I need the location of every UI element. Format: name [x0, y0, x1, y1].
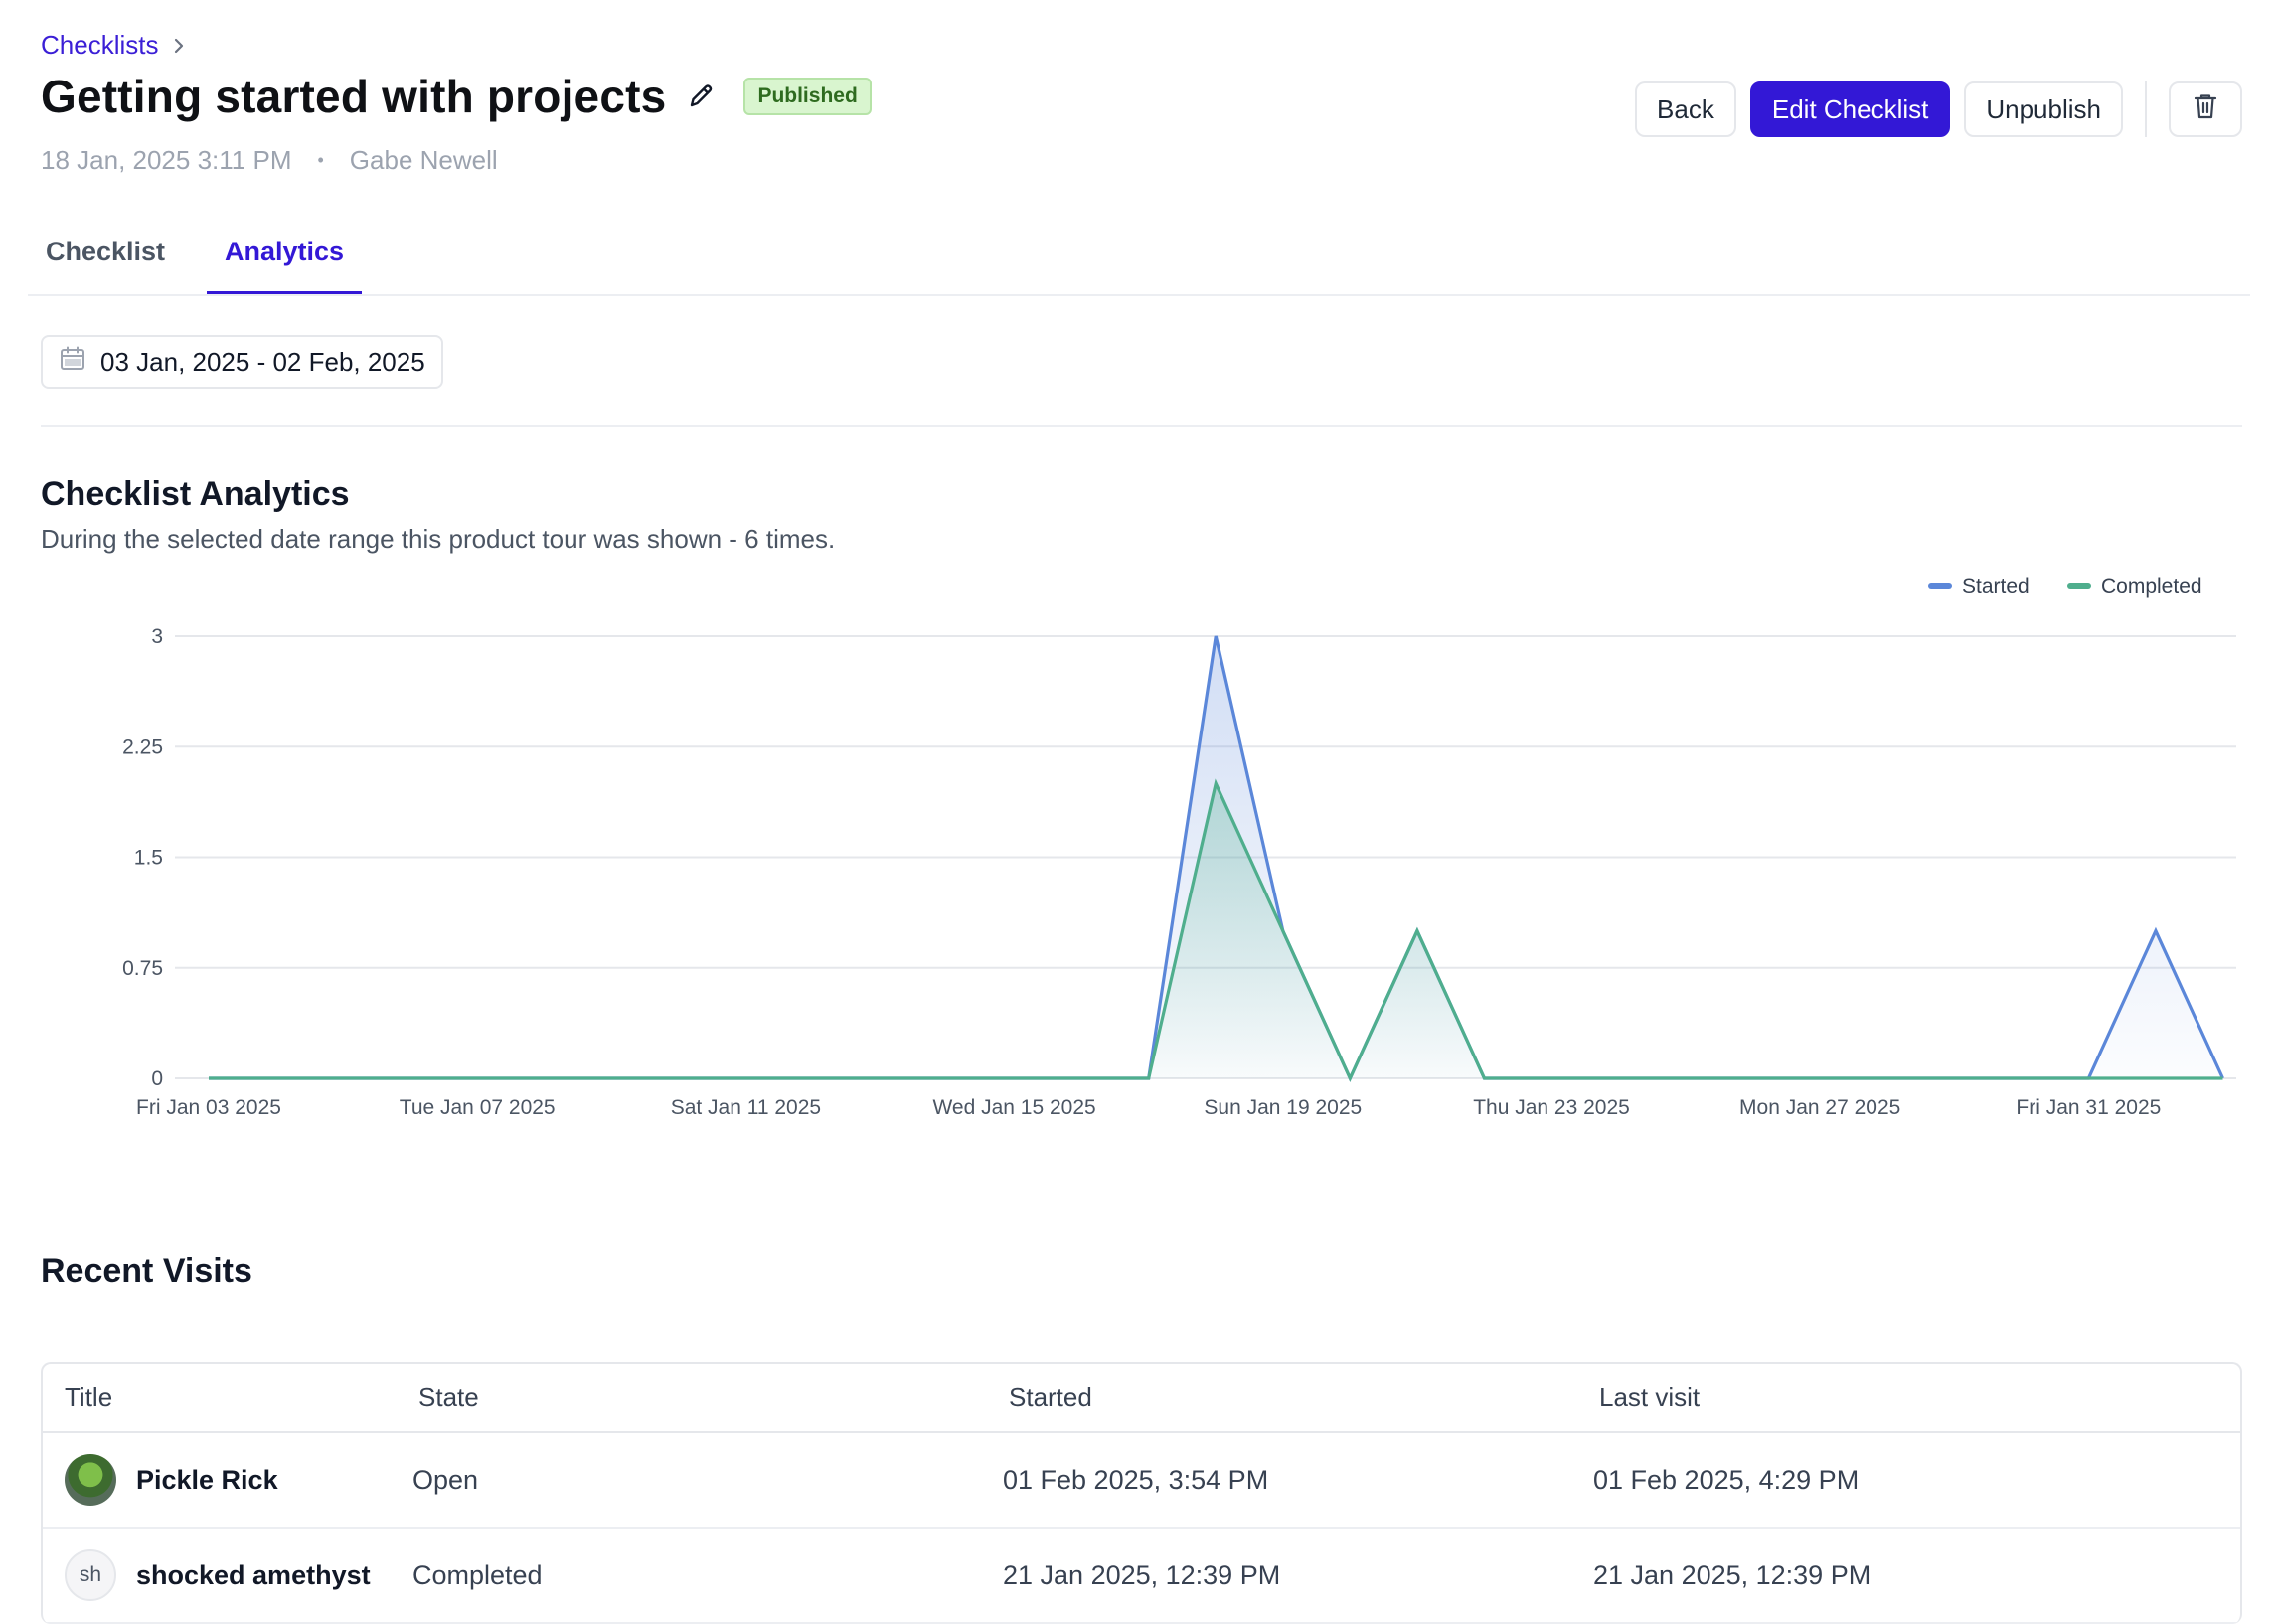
recent-visits-table: Title State Started Last visit Pickle Ri…: [41, 1362, 2242, 1624]
column-header-last-visit: Last visit: [1599, 1381, 1701, 1412]
page-meta: 18 Jan, 2025 3:11 PM • Gabe Newell: [41, 145, 498, 176]
edit-checklist-button[interactable]: Edit Checklist: [1749, 81, 1951, 137]
visitor-name: shocked amethyst: [136, 1559, 371, 1590]
avatar: sh: [65, 1549, 116, 1601]
meta-separator: •: [317, 150, 324, 170]
row-started: 21 Jan 2025, 12:39 PM: [1003, 1559, 1281, 1590]
legend-swatch: [2067, 583, 2091, 589]
breadcrumb-link-checklists[interactable]: Checklists: [41, 30, 158, 61]
series-area-completed: [209, 783, 2223, 1078]
y-tick-label: 0: [151, 1067, 163, 1090]
page-title: Getting started with projects: [41, 71, 667, 122]
y-tick-label: 3: [151, 625, 163, 648]
x-tick-label: Thu Jan 23 2025: [1473, 1096, 1630, 1119]
x-tick-label: Tue Jan 07 2025: [400, 1096, 556, 1119]
chevron-right-icon: [172, 36, 186, 56]
column-header-state: State: [418, 1381, 479, 1412]
x-tick-label: Wed Jan 15 2025: [932, 1096, 1095, 1119]
tab-checklist[interactable]: Checklist: [28, 231, 183, 286]
row-started: 01 Feb 2025, 3:54 PM: [1003, 1464, 1269, 1495]
created-date: 18 Jan, 2025 3:11 PM: [41, 145, 292, 175]
status-badge: Published: [743, 78, 872, 115]
x-tick-label: Mon Jan 27 2025: [1739, 1096, 1900, 1119]
row-state: Completed: [412, 1559, 543, 1590]
legend-swatch: [1928, 583, 1952, 589]
x-tick-label: Fri Jan 03 2025: [136, 1096, 281, 1119]
x-tick-label: Sat Jan 11 2025: [671, 1096, 821, 1119]
tab-analytics[interactable]: Analytics: [207, 231, 363, 294]
legend-label: Started: [1962, 575, 2030, 598]
date-range-value: 03 Jan, 2025 - 02 Feb, 2025: [100, 346, 425, 377]
table-header: Title State Started Last visit: [43, 1364, 2240, 1433]
column-header-title: Title: [65, 1381, 113, 1412]
row-title-cell: Pickle Rick: [43, 1454, 391, 1506]
analytics-chart: 3 2.25 1.5 0.75 0 Fri Jan 03 2025 Tue Jan 07 2…: [122, 575, 2236, 1119]
title-row: Getting started with projects Published: [41, 70, 872, 123]
breadcrumb: Checklists: [41, 30, 186, 61]
unpublish-button[interactable]: Unpublish: [1964, 81, 2123, 137]
x-tick-label: Fri Jan 31 2025: [2016, 1096, 2161, 1119]
delete-button[interactable]: [2169, 81, 2242, 137]
tab-bar: Checklist Analytics: [28, 231, 2250, 296]
author-name: Gabe Newell: [349, 145, 498, 175]
calendar-icon: [59, 345, 86, 380]
date-range-picker[interactable]: 03 Jan, 2025 - 02 Feb, 2025: [41, 335, 443, 389]
table-row[interactable]: Pickle Rick Open 01 Feb 2025, 3:54 PM 01…: [43, 1433, 2240, 1529]
back-button[interactable]: Back: [1635, 81, 1736, 137]
legend-label: Completed: [2101, 575, 2202, 598]
pencil-icon[interactable]: [684, 80, 718, 113]
y-tick-label: 1.5: [134, 847, 163, 870]
column-header-started: Started: [1009, 1381, 1092, 1412]
x-tick-label: Sun Jan 19 2025: [1204, 1096, 1362, 1119]
avatar: [65, 1454, 116, 1506]
recent-visits-title: Recent Visits: [41, 1252, 252, 1290]
row-last-visit: 01 Feb 2025, 4:29 PM: [1593, 1464, 1860, 1495]
row-state: Open: [412, 1464, 479, 1495]
analytics-subtitle: During the selected date range this prod…: [41, 524, 836, 554]
analytics-title: Checklist Analytics: [41, 475, 350, 513]
visitor-name: Pickle Rick: [136, 1464, 278, 1495]
row-title-cell: sh shocked amethyst: [43, 1549, 391, 1601]
y-tick-label: 0.75: [122, 957, 163, 980]
trash-icon: [2193, 92, 2218, 127]
row-last-visit: 21 Jan 2025, 12:39 PM: [1593, 1559, 1871, 1590]
header-actions: Back Edit Checklist Unpublish: [1621, 81, 2242, 137]
y-tick-label: 2.25: [122, 735, 163, 758]
table-row[interactable]: sh shocked amethyst Completed 21 Jan 202…: [43, 1529, 2240, 1624]
page: Checklists Getting started with projects…: [0, 0, 2278, 1624]
divider: [2145, 81, 2147, 137]
section-divider: [41, 425, 2242, 427]
